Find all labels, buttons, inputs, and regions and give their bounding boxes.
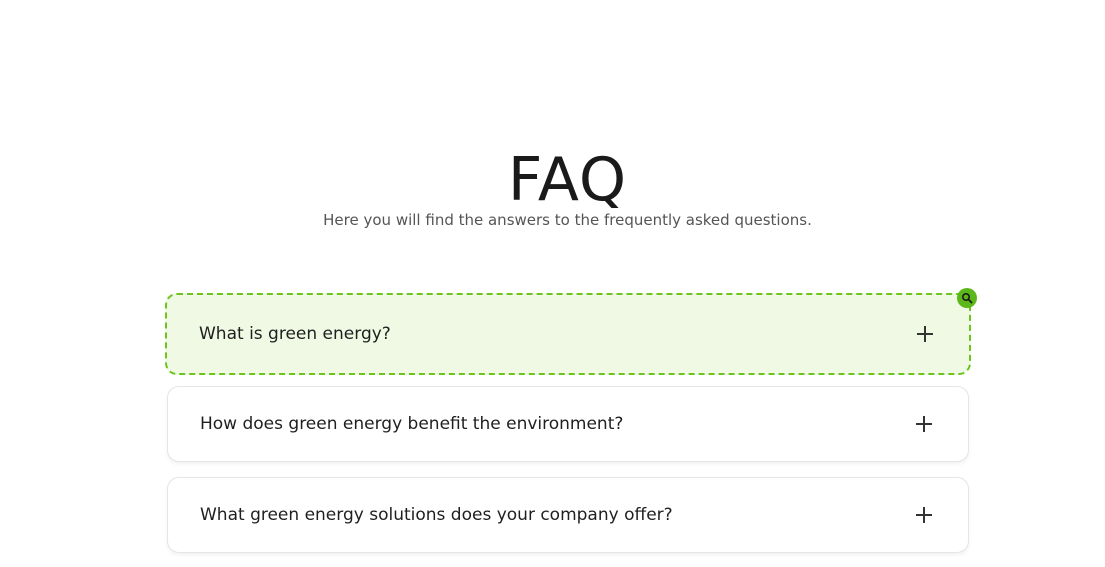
magnifier-icon (957, 288, 977, 308)
faq-page: FAQ Here you will find the answers to th… (0, 0, 1105, 567)
faq-item-solutions[interactable]: What green energy solutions does your co… (167, 477, 969, 553)
faq-question: How does green energy benefit the enviro… (200, 414, 624, 434)
faq-item-green-energy[interactable]: What is green energy? (165, 288, 977, 375)
page-subtitle: Here you will find the answers to the fr… (323, 211, 812, 229)
plus-icon[interactable] (916, 416, 932, 432)
faq-question: What is green energy? (199, 324, 391, 344)
faq-item-environment-benefit[interactable]: How does green energy benefit the enviro… (167, 386, 969, 462)
plus-icon[interactable] (917, 326, 933, 342)
page-title: FAQ (507, 145, 628, 216)
faq-list: What is green energy? How does green ene… (165, 288, 977, 567)
faq-question: What green energy solutions does your co… (200, 505, 673, 525)
plus-icon[interactable] (916, 507, 932, 523)
